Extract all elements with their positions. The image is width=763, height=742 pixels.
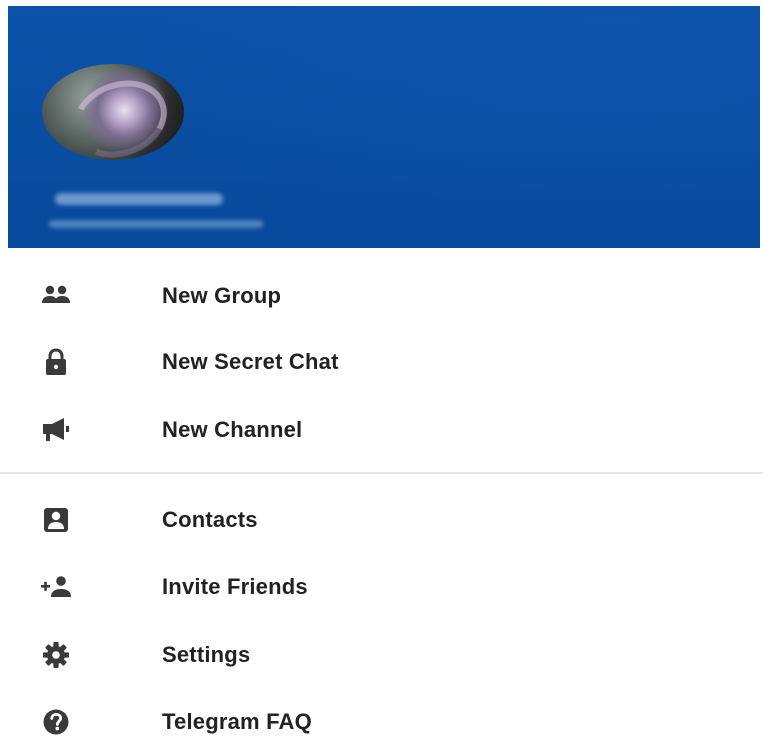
menu-item-label: New Channel bbox=[162, 417, 303, 442]
navigation-drawer: New Group New Secret Chat New Channel Co… bbox=[0, 0, 763, 742]
menu-item-label: Settings bbox=[162, 642, 251, 667]
lock-icon bbox=[40, 347, 72, 377]
menu-item-new-secret-chat[interactable]: New Secret Chat bbox=[0, 332, 763, 392]
user-phone-blurred bbox=[49, 220, 263, 228]
menu-item-new-channel[interactable]: New Channel bbox=[0, 400, 763, 460]
menu-item-new-group[interactable]: New Group bbox=[0, 266, 763, 326]
megaphone-icon bbox=[40, 415, 72, 445]
menu-item-label: Telegram FAQ bbox=[162, 709, 312, 734]
menu-item-label: Contacts bbox=[162, 507, 258, 532]
user-avatar[interactable] bbox=[42, 64, 184, 160]
contact-card-icon bbox=[40, 505, 72, 535]
gear-icon bbox=[40, 640, 72, 670]
add-person-icon bbox=[40, 572, 72, 602]
avatar-swirl-graphic bbox=[62, 67, 178, 160]
menu-item-contacts[interactable]: Contacts bbox=[0, 490, 763, 550]
menu-divider bbox=[0, 472, 763, 474]
menu-item-invite-friends[interactable]: Invite Friends bbox=[0, 557, 763, 617]
menu-item-label: Invite Friends bbox=[162, 574, 308, 599]
menu-item-settings[interactable]: Settings bbox=[0, 625, 763, 685]
help-circle-icon bbox=[40, 707, 72, 737]
user-name-blurred bbox=[55, 193, 223, 205]
menu-item-telegram-faq[interactable]: Telegram FAQ bbox=[0, 692, 763, 742]
drawer-header bbox=[8, 6, 760, 248]
menu-item-label: New Secret Chat bbox=[162, 349, 339, 374]
menu-item-label: New Group bbox=[162, 283, 282, 308]
group-icon bbox=[40, 281, 72, 311]
